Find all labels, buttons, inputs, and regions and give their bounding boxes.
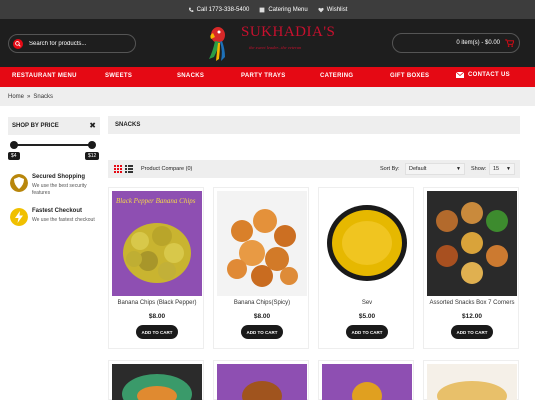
nav-sweets[interactable]: SWEETS [105,73,132,79]
product-card-partial[interactable] [213,360,309,400]
cart-icon [505,39,514,47]
product-card[interactable]: Assorted Snacks Box 7 Corners $12.00 ADD… [423,187,519,349]
phone-text: Call 1773-338-5400 [196,6,250,13]
price-slider-min-handle[interactable] [10,141,18,149]
nav-contact-label: CONTACT US [468,72,510,78]
breadcrumb-current[interactable]: Snacks [33,94,53,100]
nav-gift-boxes[interactable]: GIFT BOXES [390,73,429,79]
price-slider-track[interactable] [14,144,92,146]
product-card-partial[interactable] [108,360,204,400]
breadcrumb: Home » Snacks [0,87,535,106]
logo-tagline: the sweet leader...the veteran [249,45,302,50]
feature-desc: We use the fastest checkout [32,217,95,223]
catering-menu-text: Catering Menu [268,6,308,13]
menu-icon [259,7,265,12]
show-value: 15 [493,166,500,172]
nav-restaurant-menu[interactable]: RESTAURANT MENU [12,73,77,79]
product-image-sev[interactable] [322,191,412,296]
product-name[interactable]: Sev [319,300,415,306]
sort-select[interactable]: Default ▼ [405,163,465,175]
logo-name: SUKHADIA'S [241,24,336,40]
product-image-partial[interactable] [427,364,517,400]
product-price: $8.00 [148,313,166,320]
show-count-select[interactable]: 15 ▼ [489,163,515,175]
breadcrumb-home[interactable]: Home [8,94,24,100]
chevron-down-icon: ▼ [456,166,461,172]
category-title: SNACKS [108,116,520,134]
product-price: $8.00 [253,313,271,320]
main-nav: RESTAURANT MENU SWEETS SNACKS PARTY TRAY… [0,67,535,87]
product-card[interactable]: Sev $5.00 ADD TO CART [318,187,414,349]
product-card-partial[interactable] [423,360,519,400]
add-to-cart-button[interactable]: ADD TO CART [136,325,178,339]
product-image-banana-chips-black-pepper[interactable]: Black Pepper Banana Chips [112,191,202,296]
site-logo[interactable]: SUKHADIA'S the sweet leader...the vetera… [203,21,336,65]
wishlist-link[interactable]: Wishlist [318,6,348,13]
image-caption: Black Pepper Banana Chips [116,197,196,205]
add-to-cart-button[interactable]: ADD TO CART [241,325,283,339]
phone-link[interactable]: Call 1773-338-5400 [188,6,250,13]
shield-icon [10,174,28,192]
search-icon[interactable] [13,38,23,49]
shop-by-price-title: SHOP BY PRICE [12,123,59,129]
product-price: $5.00 [358,313,376,320]
product-card-partial[interactable] [318,360,414,400]
product-image-banana-chips-spicy[interactable] [217,191,307,296]
chevron-down-icon: ▼ [506,166,511,172]
feature-desc: We use the best security features [32,183,87,196]
search-input[interactable] [29,40,129,47]
site-header: SUKHADIA'S the sweet leader...the vetera… [0,19,535,67]
show-label: Show: [471,166,487,172]
product-name[interactable]: Banana Chips(Spicy) [214,300,310,306]
heart-icon [318,7,324,12]
feature-title: Secured Shopping [32,174,86,180]
parrot-icon [209,27,225,61]
catering-menu-link[interactable]: Catering Menu [259,6,308,13]
product-name[interactable]: Assorted Snacks Box 7 Corners [424,300,520,306]
envelope-icon [456,72,464,78]
list-view-icon[interactable] [125,165,133,173]
price-slider-max-handle[interactable] [88,141,96,149]
sort-value: Default [409,166,427,172]
shop-by-price-header: SHOP BY PRICE ✖ [8,117,100,135]
lightning-icon [10,208,28,226]
product-compare-link[interactable]: Product Compare (0) [141,166,192,172]
product-image-partial[interactable] [322,364,412,400]
phone-icon [188,7,194,12]
product-image-partial[interactable] [217,364,307,400]
nav-snacks[interactable]: SNACKS [177,73,204,79]
top-bar: Call 1773-338-5400 Catering Menu Wishlis… [0,0,535,19]
nav-contact-us[interactable]: CONTACT US [456,72,510,78]
nav-party-trays[interactable]: PARTY TRAYS [241,73,286,79]
feature-title: Fastest Checkout [32,208,83,214]
product-card[interactable]: Banana Chips(Spicy) $8.00 ADD TO CART [213,187,309,349]
wishlist-text: Wishlist [326,6,348,13]
product-toolbar: Product Compare (0) Sort By: Default ▼ S… [108,160,520,178]
price-min-label: $4 [8,152,20,160]
add-to-cart-button[interactable]: ADD TO CART [451,325,493,339]
grid-view-icon[interactable] [114,165,122,173]
breadcrumb-separator: » [27,93,31,100]
close-icon[interactable]: ✖ [89,121,96,130]
product-price: $12.00 [462,313,482,320]
product-image-partial[interactable] [112,364,202,400]
price-max-label: $12 [85,152,100,160]
product-image-assorted-snacks-box[interactable] [427,191,517,296]
search-box[interactable] [8,34,136,53]
add-to-cart-button[interactable]: ADD TO CART [346,325,388,339]
cart-summary: 0 item(s) - $0.00 [456,40,500,46]
cart-button[interactable]: 0 item(s) - $0.00 [392,33,520,53]
nav-catering[interactable]: CATERING [320,73,353,79]
sort-by-label: Sort By: [380,166,400,172]
product-name[interactable]: Banana Chips (Black Pepper) [109,300,205,306]
product-card[interactable]: Black Pepper Banana Chips Banana Chips (… [108,187,204,349]
